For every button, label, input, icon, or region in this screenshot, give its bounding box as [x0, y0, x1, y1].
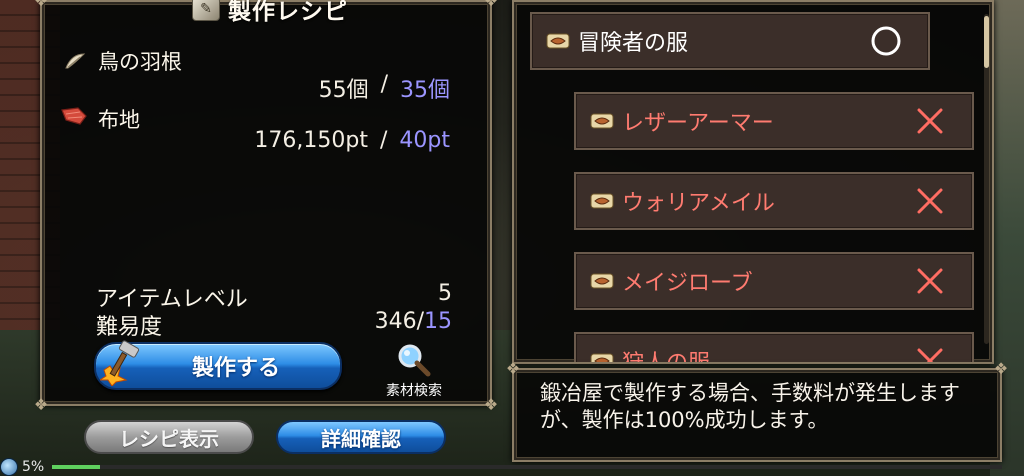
ornament-corner-icon: ❖ — [33, 395, 49, 414]
ornament-corner-icon: ❖ — [505, 359, 521, 378]
cross-mark-icon — [917, 348, 943, 362]
status-orb-icon — [0, 458, 18, 476]
ornament-corner-icon: ❖ — [993, 359, 1009, 378]
material-owned: 176,150pt — [254, 128, 368, 153]
cross-mark-icon — [917, 188, 943, 214]
armor-icon — [590, 273, 614, 289]
circle-mark-icon — [871, 26, 901, 56]
cloth-icon — [61, 107, 87, 125]
recipe-list-item[interactable]: 狩人の服 — [574, 332, 974, 364]
difficulty-current: 346 — [374, 309, 417, 334]
recipe-item-name: メイジローブ — [622, 271, 753, 296]
scrollbar-thumb[interactable] — [984, 16, 989, 68]
ornament-corner-icon: ❖ — [483, 395, 499, 414]
feather-icon — [65, 53, 86, 69]
material-owned: 55個 — [318, 78, 369, 103]
progress-bar — [52, 465, 1003, 469]
recipe-display-button[interactable]: レシピ表示 — [84, 420, 254, 454]
recipe-list-item[interactable]: 冒険者の服 — [530, 12, 930, 70]
message-panel: ❖ ❖ 鍛冶屋で製作する場合、手数料が発生しますが、製作は100%成功します。 — [506, 361, 1008, 462]
ornament-corner-icon: ❖ — [33, 0, 49, 10]
item-level-value: 5 — [438, 281, 452, 306]
ornament-corner-icon: ❖ — [483, 0, 499, 10]
material-search-button[interactable]: 素材検索 — [372, 342, 456, 402]
recipe-list-item[interactable]: ウォリアメイル — [574, 172, 974, 230]
material-name: 鳥の羽根 — [98, 50, 182, 74]
armor-icon — [590, 113, 614, 129]
recipe-item-name: 狩人の服 — [622, 351, 711, 364]
recipe-item-name: ウォリアメイル — [622, 191, 775, 216]
progress-fill — [52, 465, 100, 469]
difficulty-value: 346/15 — [374, 309, 452, 334]
hammer-icon — [100, 340, 140, 386]
material-amount: 176,150pt / 40pt — [254, 128, 450, 153]
material-required: 35個 — [400, 78, 450, 103]
panel-title: 製作レシピ — [228, 0, 348, 25]
recipe-list-item[interactable]: メイジローブ — [574, 252, 974, 310]
material-amount: 55個 / 35個 — [319, 72, 450, 104]
armor-icon — [590, 193, 614, 209]
material-search-label: 素材検索 — [386, 383, 442, 399]
magnifier-icon — [398, 344, 431, 377]
amount-separator: / — [379, 128, 388, 153]
message-text: 鍛冶屋で製作する場合、手数料が発生しますが、製作は100%成功します。 — [540, 381, 960, 432]
status-bar: 5% — [0, 458, 1003, 476]
recipe-item-name: 冒険者の服 — [578, 31, 689, 56]
recipe-panel: ❖ ❖ ❖ ❖ ✎ 製作レシピ 鳥の羽根 55個 / 35個 布地 176,15… — [34, 0, 498, 413]
recipe-list-item[interactable]: レザーアーマー — [574, 92, 974, 150]
craft-button-label: 製作する — [191, 356, 280, 381]
progress-percent: 5% — [22, 459, 45, 475]
difficulty-label: 難易度 — [96, 315, 163, 340]
recipe-list-panel: 冒険者の服 レザーアーマー ウォリアメイル メイジローブ 狩人の服 — [512, 0, 994, 364]
material-name: 布地 — [98, 108, 140, 132]
recipe-book-icon: ✎ — [192, 0, 220, 21]
recipe-item-name: レザーアーマー — [622, 111, 774, 136]
armor-icon — [590, 353, 614, 362]
cross-mark-icon — [917, 268, 943, 294]
panel-header: ✎ 製作レシピ — [192, 0, 382, 25]
amount-separator: / — [380, 72, 388, 97]
cross-mark-icon — [917, 108, 943, 134]
craft-button[interactable]: 製作する — [94, 340, 342, 390]
detail-confirm-button[interactable]: 詳細確認 — [276, 420, 446, 454]
material-required: 40pt — [399, 128, 450, 153]
difficulty-target: 15 — [424, 309, 452, 334]
armor-icon — [546, 33, 570, 49]
